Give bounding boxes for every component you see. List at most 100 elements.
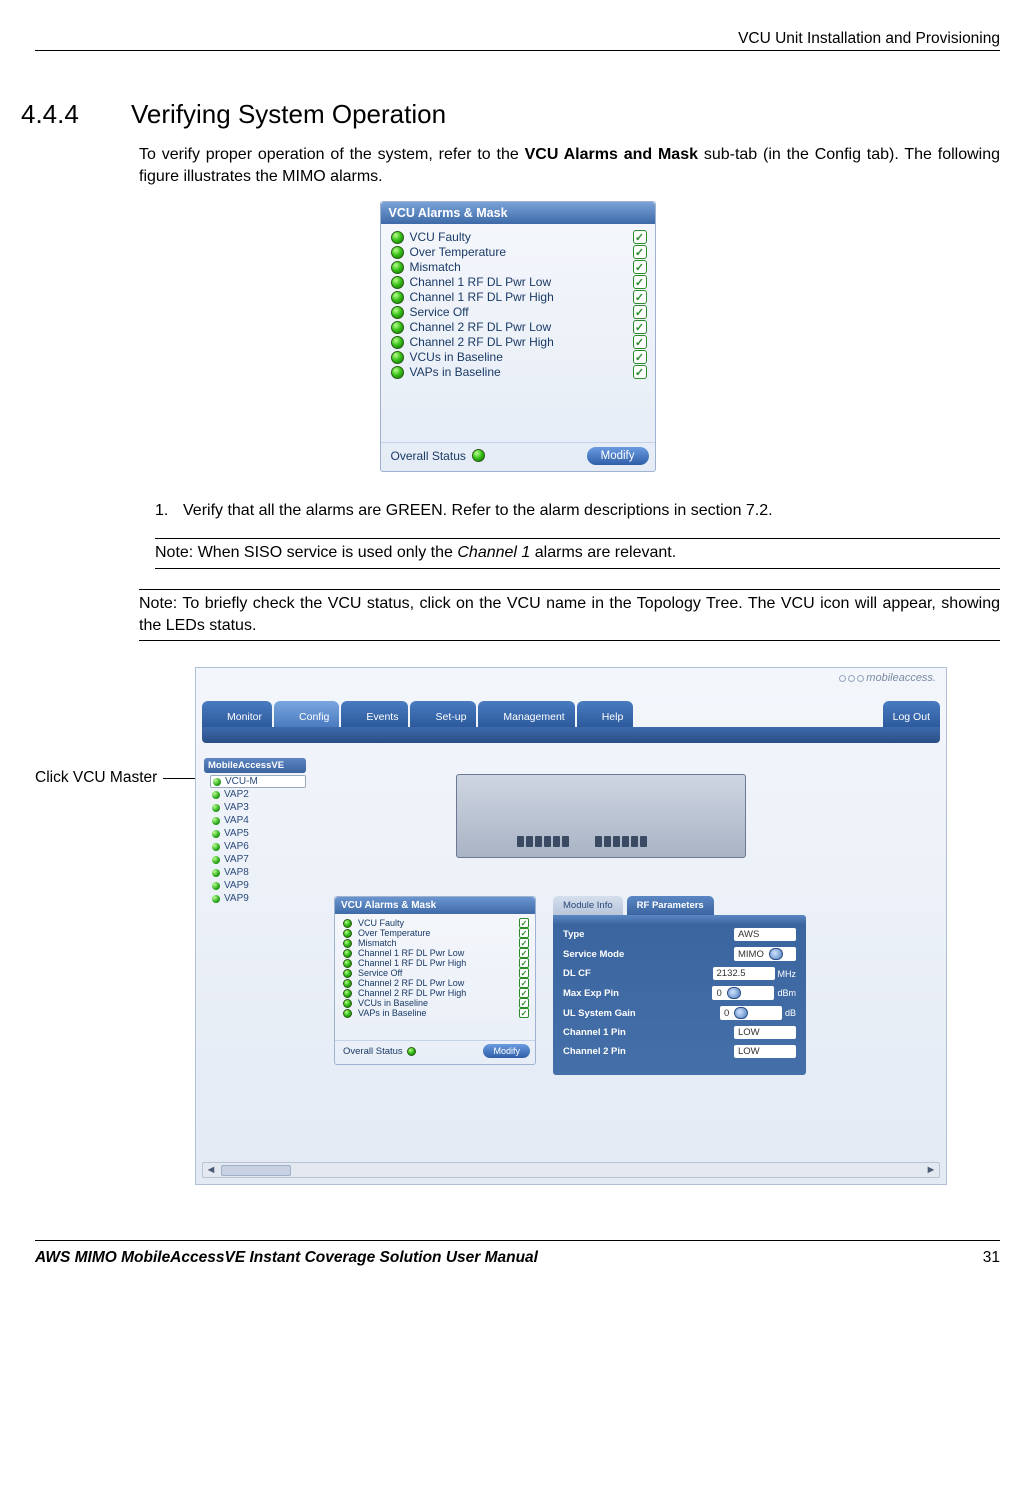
panel-footer: Overall Status Modify bbox=[381, 442, 655, 471]
alarm-label: Channel 2 RF DL Pwr Low bbox=[410, 320, 552, 334]
param-row: Channel 2 PinLOW bbox=[563, 1042, 796, 1061]
scroll-thumb[interactable] bbox=[221, 1165, 291, 1176]
tree-label: VAP9 bbox=[224, 893, 249, 904]
status-led-icon bbox=[391, 231, 404, 244]
alarm-row: Channel 1 RF DL Pwr High✓ bbox=[391, 290, 647, 305]
tab-help[interactable]: Help bbox=[577, 701, 634, 727]
tree-item[interactable]: VAP5 bbox=[204, 827, 306, 840]
mask-checkbox[interactable]: ✓ bbox=[519, 988, 529, 998]
toggle-icon[interactable] bbox=[734, 1007, 748, 1019]
tree-item[interactable]: VAP3 bbox=[204, 801, 306, 814]
status-led-icon bbox=[212, 869, 220, 877]
page-number: 31 bbox=[983, 1249, 1000, 1267]
tab-monitor[interactable]: Monitor bbox=[202, 701, 272, 727]
tree-label: VAP6 bbox=[224, 841, 249, 852]
status-led-icon bbox=[391, 306, 404, 319]
toggle-icon[interactable] bbox=[727, 987, 741, 999]
mask-checkbox[interactable]: ✓ bbox=[519, 918, 529, 928]
alarm-label: Channel 1 RF DL Pwr Low bbox=[410, 275, 552, 289]
monitor-icon bbox=[212, 711, 223, 722]
tree-item[interactable]: VAP8 bbox=[204, 866, 306, 879]
tab-rf-parameters[interactable]: RF Parameters bbox=[627, 896, 714, 915]
section-heading: 4.4.4 Verifying System Operation bbox=[35, 99, 1000, 130]
page-footer: AWS MIMO MobileAccessVE Instant Coverage… bbox=[35, 1249, 1000, 1267]
param-key: UL System Gain bbox=[563, 1008, 636, 1019]
tab-config[interactable]: Config bbox=[274, 701, 339, 727]
param-text: 0 bbox=[716, 988, 721, 999]
param-text: MIMO bbox=[738, 949, 764, 960]
tab-events[interactable]: Events bbox=[341, 701, 408, 727]
annotation-leader-line bbox=[163, 778, 195, 779]
param-unit: dB bbox=[785, 1008, 796, 1018]
status-led-icon bbox=[343, 989, 352, 998]
tab-management[interactable]: Management bbox=[478, 701, 574, 727]
setup-icon bbox=[420, 711, 431, 722]
horizontal-scrollbar[interactable]: ◄ ► bbox=[202, 1162, 940, 1178]
param-row: TypeAWS bbox=[563, 925, 796, 944]
intro-b: VCU Alarms and Mask bbox=[525, 146, 698, 163]
tree-item[interactable]: VAP9 bbox=[204, 892, 306, 905]
status-led-icon bbox=[391, 246, 404, 259]
param-value[interactable]: 2132.5 bbox=[713, 967, 775, 980]
tree-item-vcu-m[interactable]: VCU-M bbox=[210, 775, 306, 788]
tree-label: VAP4 bbox=[224, 815, 249, 826]
param-key: Channel 2 Pin bbox=[563, 1046, 626, 1057]
mask-checkbox[interactable]: ✓ bbox=[633, 260, 647, 274]
mask-checkbox[interactable]: ✓ bbox=[519, 938, 529, 948]
topology-tree: MobileAccessVE VCU-M VAP2 VAP3 VAP4 VAP5… bbox=[204, 758, 306, 905]
modify-button[interactable]: Modify bbox=[587, 447, 649, 465]
rf-tabs: Module Info RF Parameters bbox=[553, 896, 806, 915]
param-key: DL CF bbox=[563, 968, 591, 979]
alarm-label: Service Off bbox=[358, 968, 402, 978]
tab-module-info[interactable]: Module Info bbox=[553, 896, 623, 915]
tree-item[interactable]: VAP6 bbox=[204, 840, 306, 853]
alarm-label: Channel 1 RF DL Pwr Low bbox=[358, 948, 464, 958]
mask-checkbox[interactable]: ✓ bbox=[633, 365, 647, 379]
mask-checkbox[interactable]: ✓ bbox=[519, 998, 529, 1008]
logout-button[interactable]: Log Out bbox=[883, 701, 940, 727]
mask-checkbox[interactable]: ✓ bbox=[519, 948, 529, 958]
tab-setup[interactable]: Set-up bbox=[410, 701, 476, 727]
scroll-left-icon[interactable]: ◄ bbox=[203, 1164, 219, 1176]
annotation-click-vcu-master: Click VCU Master bbox=[35, 769, 157, 787]
tree-item[interactable]: VAP2 bbox=[204, 788, 306, 801]
mask-checkbox[interactable]: ✓ bbox=[519, 978, 529, 988]
section-title: Verifying System Operation bbox=[131, 99, 446, 130]
param-row: UL System Gain0dB bbox=[563, 1003, 796, 1023]
mask-checkbox[interactable]: ✓ bbox=[633, 275, 647, 289]
param-key: Type bbox=[563, 929, 584, 940]
scroll-right-icon[interactable]: ► bbox=[923, 1164, 939, 1176]
overall-status-label: Overall Status bbox=[391, 449, 466, 463]
mask-checkbox[interactable]: ✓ bbox=[519, 1008, 529, 1018]
modify-button[interactable]: Modify bbox=[483, 1044, 530, 1058]
intro-paragraph: To verify proper operation of the system… bbox=[139, 144, 1000, 189]
tree-item[interactable]: VAP9 bbox=[204, 879, 306, 892]
mask-checkbox[interactable]: ✓ bbox=[633, 290, 647, 304]
tree-item[interactable]: VAP7 bbox=[204, 853, 306, 866]
status-led-icon bbox=[213, 778, 221, 786]
mask-checkbox[interactable]: ✓ bbox=[633, 320, 647, 334]
status-led-icon bbox=[212, 791, 220, 799]
mask-checkbox[interactable]: ✓ bbox=[633, 245, 647, 259]
mask-checkbox[interactable]: ✓ bbox=[519, 958, 529, 968]
param-row: Channel 1 PinLOW bbox=[563, 1023, 796, 1042]
status-led-icon bbox=[343, 959, 352, 968]
tree-item[interactable]: VAP4 bbox=[204, 814, 306, 827]
alarm-label: Mismatch bbox=[410, 260, 461, 274]
mask-checkbox[interactable]: ✓ bbox=[633, 305, 647, 319]
status-led-icon bbox=[391, 276, 404, 289]
mask-checkbox[interactable]: ✓ bbox=[633, 335, 647, 349]
mask-checkbox[interactable]: ✓ bbox=[633, 230, 647, 244]
mask-checkbox[interactable]: ✓ bbox=[519, 968, 529, 978]
alarm-row: Channel 2 RF DL Pwr Low✓ bbox=[343, 978, 529, 988]
mini-alarm-list: VCU Faulty✓ Over Temperature✓ Mismatch✓ … bbox=[335, 914, 535, 1018]
toggle-icon[interactable] bbox=[769, 948, 783, 960]
mask-checkbox[interactable]: ✓ bbox=[519, 928, 529, 938]
mask-checkbox[interactable]: ✓ bbox=[633, 350, 647, 364]
alarm-row: Over Temperature✓ bbox=[343, 928, 529, 938]
alarm-row: Channel 2 RF DL Pwr Low ✓ bbox=[391, 320, 647, 335]
param-unit: dBm bbox=[777, 988, 796, 998]
tab-label: Monitor bbox=[227, 711, 262, 723]
tab-label: Help bbox=[602, 711, 624, 723]
alarm-row: Channel 2 RF DL Pwr High✓ bbox=[343, 988, 529, 998]
